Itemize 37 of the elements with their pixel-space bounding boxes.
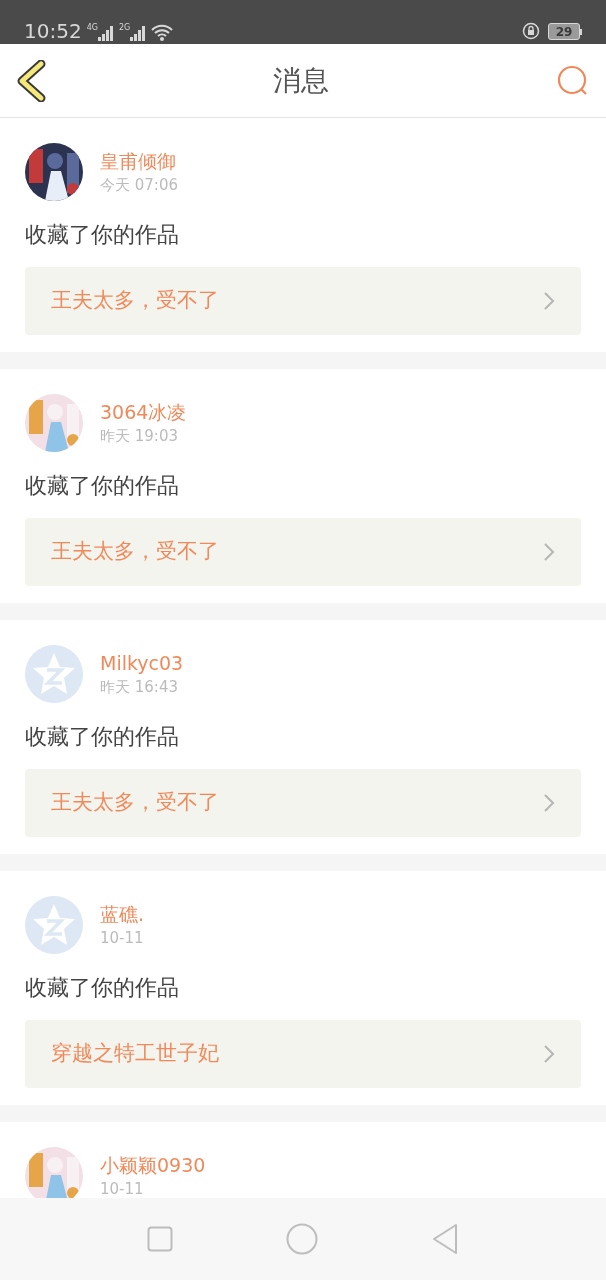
recent-apps-icon[interactable]: [146, 1226, 173, 1252]
work-link[interactable]: 王夫太多，受不了: [25, 267, 581, 335]
wifi-icon: [151, 24, 174, 41]
default-avatar-icon: [25, 896, 83, 954]
message-time: 今天 07:06: [100, 175, 178, 196]
user-name[interactable]: 小颖颖0930: [100, 1152, 206, 1178]
user-name[interactable]: 蓝礁.: [100, 901, 145, 927]
message-text: 收藏了你的作品: [25, 723, 180, 751]
signal-icon: [97, 25, 114, 41]
default-avatar-icon: [25, 645, 83, 703]
chevron-right-icon: [543, 291, 555, 311]
signal-icon: [130, 25, 147, 41]
message-text: 收藏了你的作品: [25, 974, 180, 1002]
clock-time: 10:52: [24, 21, 82, 41]
user-name[interactable]: 3064冰凌: [100, 399, 187, 425]
home-icon[interactable]: [286, 1223, 318, 1255]
page-title: 消息: [273, 62, 329, 99]
network-label: 2G: [118, 24, 131, 32]
back-nav-icon[interactable]: [431, 1223, 460, 1255]
user-name[interactable]: Milkyc03: [100, 650, 184, 676]
message-time: 10-11: [100, 928, 145, 949]
message-time: 10-11: [100, 1179, 145, 1198]
battery-icon: 29: [548, 23, 580, 40]
rotation-lock-icon: [522, 22, 540, 40]
message-text: 收藏了你的作品: [25, 221, 180, 249]
network-label: 4G: [86, 24, 98, 32]
chevron-right-icon: [543, 793, 555, 813]
work-link[interactable]: 穿越之特工世子妃: [25, 1020, 581, 1088]
chevron-right-icon: [543, 542, 555, 562]
message-time: 昨天 19:03: [100, 426, 179, 447]
back-icon[interactable]: [16, 59, 46, 102]
chevron-right-icon: [543, 1044, 555, 1064]
message-text: 收藏了你的作品: [25, 472, 180, 500]
work-link[interactable]: 王夫太多，受不了: [25, 518, 581, 586]
message-time: 昨天 16:43: [100, 677, 179, 698]
work-link[interactable]: 王夫太多，受不了: [25, 769, 581, 837]
user-name[interactable]: 皇甫倾御: [100, 148, 178, 174]
